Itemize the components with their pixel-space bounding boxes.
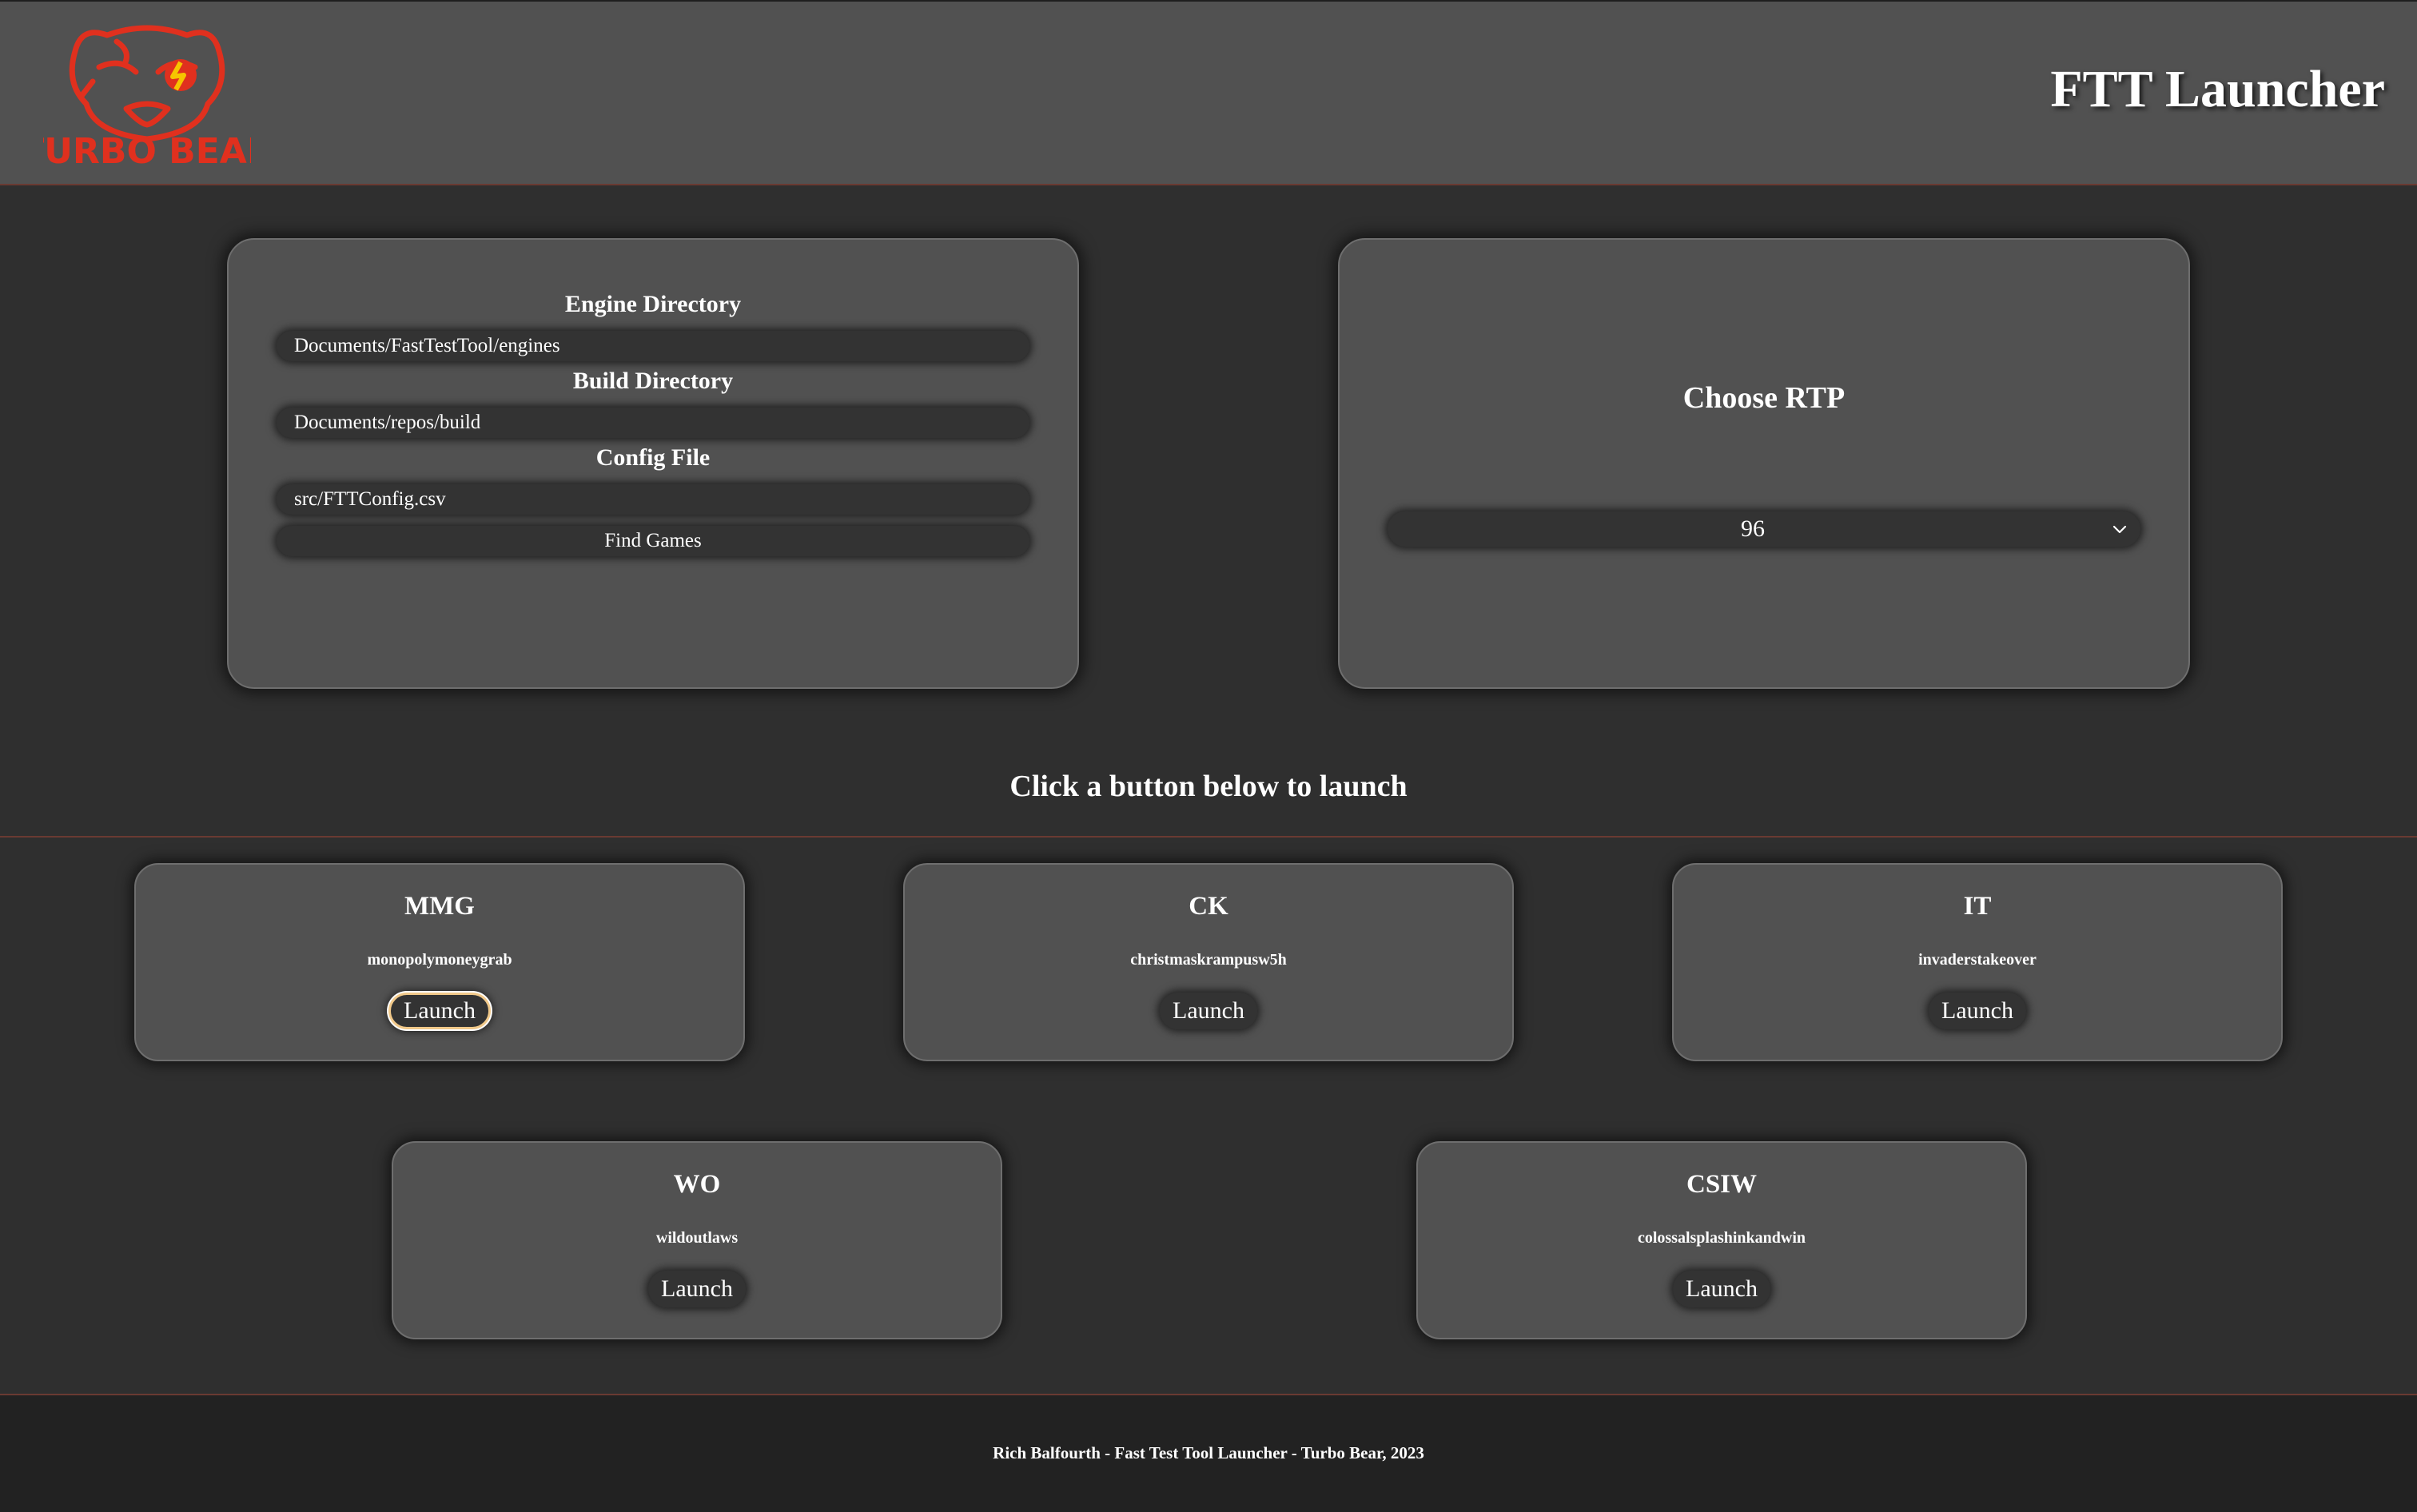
game-code: MMG — [404, 892, 475, 921]
game-card-ck: CK christmaskrampusw5h Launch — [903, 863, 1514, 1061]
game-card-csiw: CSIW colossalsplashinkandwin Launch — [1416, 1141, 2027, 1339]
build-directory-input[interactable]: Documents/repos/build — [277, 408, 1029, 438]
game-code: CK — [1189, 892, 1228, 921]
game-name: wildoutlaws — [655, 1229, 739, 1247]
config-file-input[interactable]: src/FTTConfig.csv — [277, 484, 1029, 515]
game-code: IT — [1963, 892, 1992, 921]
directory-settings-panel: Engine Directory Documents/FastTestTool/… — [227, 238, 1079, 689]
rtp-title: Choose RTP — [1682, 381, 1846, 415]
app-title: FTT Launcher — [2050, 60, 2385, 118]
launch-button-csiw[interactable]: Launch — [1673, 1271, 1770, 1307]
launch-instruction: Click a button below to launch — [1009, 770, 1408, 803]
game-name: invaderstakeover — [1918, 951, 2037, 969]
engine-directory-label: Engine Directory — [564, 291, 742, 317]
launch-button-wo[interactable]: Launch — [648, 1271, 746, 1307]
section-divider — [0, 836, 2417, 838]
app-header: TURBO BEAR FTT Launcher — [0, 0, 2417, 185]
app-footer: Rich Balfourth - Fast Test Tool Launcher… — [0, 1394, 2417, 1512]
game-code: CSIW — [1686, 1170, 1758, 1199]
build-directory-label: Build Directory — [572, 368, 734, 394]
game-name: monopolymoneygrab — [367, 951, 512, 969]
game-card-it: IT invaderstakeover Launch — [1672, 863, 2283, 1061]
rtp-selected-value: 96 — [1741, 515, 1765, 542]
footer-credits: Rich Balfourth - Fast Test Tool Launcher… — [993, 1443, 1424, 1462]
chevron-down-icon — [2112, 525, 2127, 534]
find-games-button[interactable]: Find Games — [277, 526, 1029, 556]
game-card-mmg: MMG monopolymoneygrab Launch — [134, 863, 745, 1061]
engine-directory-input[interactable]: Documents/FastTestTool/engines — [277, 331, 1029, 361]
game-card-wo: WO wildoutlaws Launch — [392, 1141, 1002, 1339]
launch-button-mmg[interactable]: Launch — [388, 993, 491, 1029]
turbo-bear-logo: TURBO BEAR — [43, 25, 251, 168]
rtp-select[interactable]: 96 — [1388, 511, 2140, 547]
svg-text:TURBO BEAR: TURBO BEAR — [43, 131, 251, 168]
config-file-label: Config File — [595, 444, 711, 471]
game-name: colossalsplashinkandwin — [1637, 1229, 1806, 1247]
game-code: WO — [673, 1170, 721, 1199]
launch-button-it[interactable]: Launch — [1929, 993, 2026, 1029]
game-name: christmaskrampusw5h — [1130, 951, 1287, 969]
launch-button-ck[interactable]: Launch — [1160, 993, 1257, 1029]
rtp-panel: Choose RTP 96 — [1338, 238, 2190, 689]
